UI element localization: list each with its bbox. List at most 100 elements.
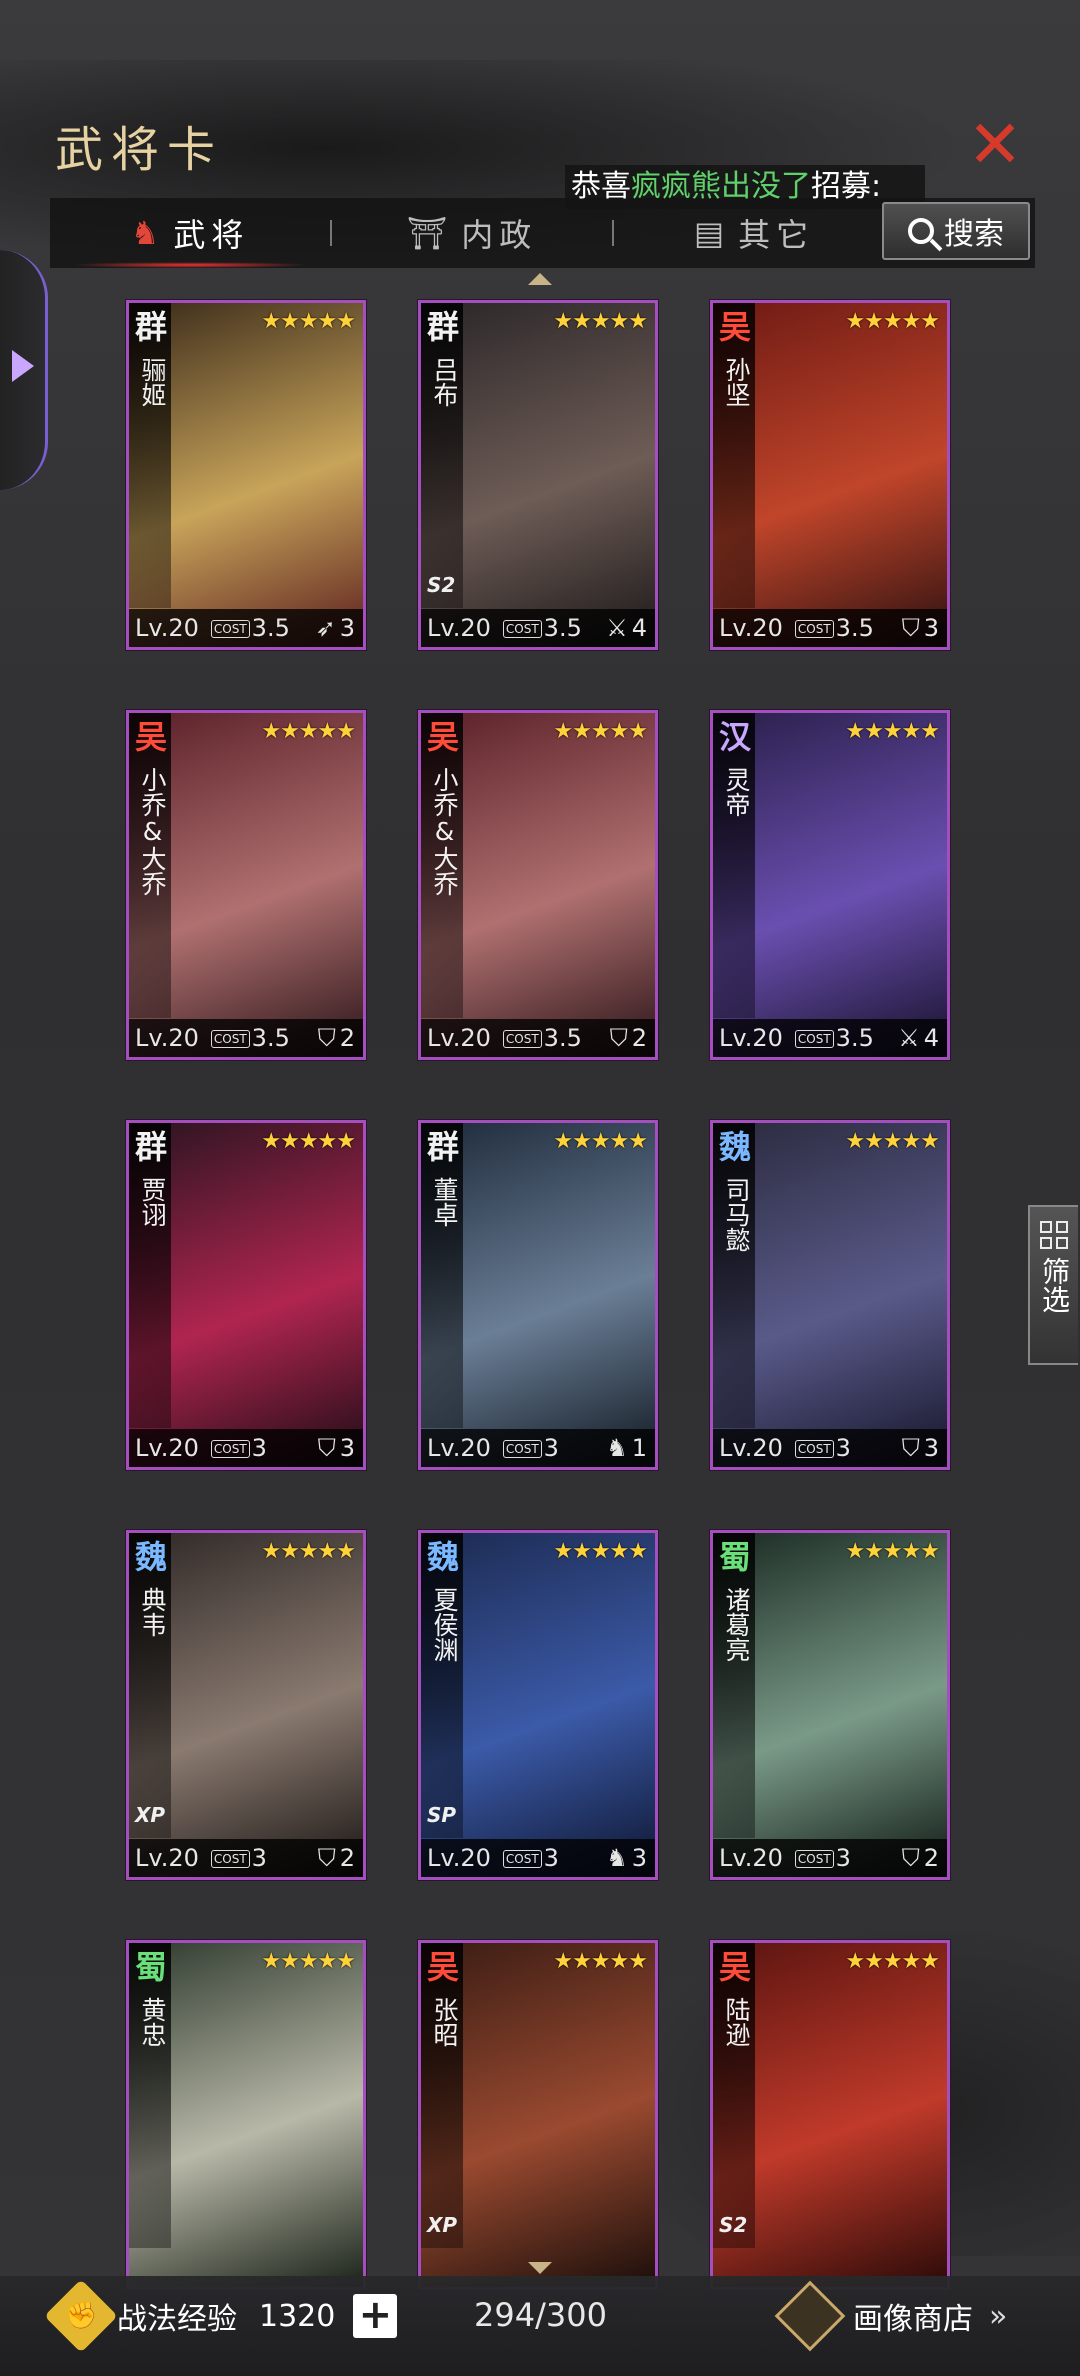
cost-value: 3.5 (251, 614, 290, 642)
general-card[interactable]: 魏司马懿 ★★★★★ Lv.20 COST 3 ⛉ 3 (710, 1120, 950, 1470)
cost-icon: COST (794, 1440, 834, 1458)
card-footer: Lv.20 COST 3 ⛉ 2 (713, 1839, 947, 1877)
general-name: 骊姬 (138, 357, 167, 407)
card-count-value: ⛉ 2 (610, 1024, 647, 1052)
faction-badge: 群 (134, 1128, 167, 1166)
general-name: 张昭 (430, 1997, 459, 2047)
card-footer: Lv.20 COST 3.5 ⛉ 2 (421, 1019, 655, 1057)
general-name: 小乔&大乔 (138, 767, 167, 896)
troop-type-icon: ⛉ (901, 1844, 920, 1872)
name-column (421, 303, 463, 608)
troop-type-icon: ⛉ (317, 1024, 336, 1052)
name-column (713, 713, 755, 1018)
exp-label: 战法经验 (117, 2302, 237, 2337)
card-footer: Lv.20 COST 3.5 ➶ 3 (129, 609, 363, 647)
star-rating: ★★★★★ (261, 1949, 356, 1974)
general-card[interactable]: 群吕布 ★★★★★ S2 Lv.20 COST 3.5 ⚔ 4 (418, 300, 658, 650)
cost-icon: COST (794, 620, 834, 638)
general-card[interactable]: 吴孙坚 ★★★★★ Lv.20 COST 3.5 ⛉ 3 (710, 300, 950, 650)
star-rating: ★★★★★ (553, 1539, 648, 1564)
name-column (713, 1943, 755, 2248)
card-count-value: ⛉ 3 (902, 614, 939, 642)
general-name: 典韦 (138, 1587, 167, 1637)
card-level: Lv.20 (427, 614, 491, 642)
star-rating: ★★★★★ (261, 1129, 356, 1154)
faction-badge: 蜀 (718, 1538, 751, 1576)
cost-value: 3 (251, 1844, 267, 1872)
name-column (421, 1533, 463, 1838)
card-level: Lv.20 (719, 1024, 783, 1052)
general-name: 吕布 (430, 357, 459, 407)
owned-count: 2 (339, 1024, 355, 1052)
general-card[interactable]: 魏夏侯渊 ★★★★★ SP Lv.20 COST 3 ♞ 3 (418, 1530, 658, 1880)
general-name: 诸葛亮 (722, 1587, 751, 1662)
general-name: 司马懿 (722, 1177, 751, 1252)
name-column (129, 1533, 171, 1838)
star-rating: ★★★★★ (845, 719, 940, 744)
general-card[interactable]: 群贾诩 ★★★★★ Lv.20 COST 3 ⛉ 3 (126, 1120, 366, 1470)
name-column (421, 1123, 463, 1428)
card-count-value: ⛉ 3 (902, 1434, 939, 1462)
name-column (129, 1943, 171, 2248)
general-card[interactable]: 群骊姬 ★★★★★ Lv.20 COST 3.5 ➶ 3 (126, 300, 366, 650)
card-level: Lv.20 (719, 1434, 783, 1462)
faction-badge: 蜀 (134, 1948, 167, 1986)
faction-badge: 吴 (134, 718, 167, 756)
card-level: Lv.20 (427, 1434, 491, 1462)
cost-display: COST 3.5 (502, 614, 582, 642)
troop-type-icon: ⛉ (317, 1844, 336, 1872)
general-card[interactable]: 魏典韦 ★★★★★ XP Lv.20 COST 3 ⛉ 2 (126, 1530, 366, 1880)
general-card[interactable]: 吴小乔&大乔 ★★★★★ Lv.20 COST 3.5 ⛉ 2 (418, 710, 658, 1060)
owned-count: 2 (631, 1024, 647, 1052)
card-level: Lv.20 (719, 1844, 783, 1872)
faction-badge: 魏 (718, 1128, 751, 1166)
owned-count: 3 (923, 614, 939, 642)
filter-button[interactable]: 筛选 (1028, 1205, 1078, 1365)
cost-icon: COST (794, 1850, 834, 1868)
general-card[interactable]: 群董卓 ★★★★★ Lv.20 COST 3 ♞ 1 (418, 1120, 658, 1470)
cost-value: 3.5 (543, 614, 582, 642)
cost-icon: COST (794, 1030, 834, 1048)
star-rating: ★★★★★ (845, 1129, 940, 1154)
faction-badge: 群 (134, 308, 167, 346)
portrait-shop-button[interactable]: 画像商店 » (774, 2280, 1007, 2352)
add-exp-button[interactable]: + (353, 2294, 398, 2338)
troop-type-icon: ⛉ (901, 1434, 920, 1462)
faction-badge: 群 (426, 1128, 459, 1166)
owned-count: 2 (339, 1844, 355, 1872)
cost-display: COST 3 (502, 1434, 559, 1462)
name-column (713, 303, 755, 608)
card-count-value: ⛉ 3 (318, 1434, 355, 1462)
filter-label: 筛选 (1038, 1257, 1071, 1313)
name-column (713, 1123, 755, 1428)
general-card[interactable]: 吴小乔&大乔 ★★★★★ Lv.20 COST 3.5 ⛉ 2 (126, 710, 366, 1060)
general-name: 小乔&大乔 (430, 767, 459, 896)
card-count-value: ⚔ 4 (606, 614, 647, 642)
card-level: Lv.20 (135, 1434, 199, 1462)
general-card[interactable]: 汉灵帝 ★★★★★ Lv.20 COST 3.5 ⚔ 4 (710, 710, 950, 1060)
faction-badge: 吴 (426, 718, 459, 756)
card-count-value: ⛉ 2 (318, 1024, 355, 1052)
general-card-grid: 群骊姬 ★★★★★ Lv.20 COST 3.5 ➶ 3 群吕布 ★★★★★ S2 Lv.20 COS… (0, 0, 1080, 2376)
name-column (129, 303, 171, 608)
general-card[interactable]: 蜀诸葛亮 ★★★★★ Lv.20 COST 3 ⛉ 2 (710, 1530, 950, 1880)
general-name: 孙坚 (722, 357, 751, 407)
general-name: 灵帝 (722, 767, 751, 817)
general-card[interactable]: 蜀黄忠★★★★★Lv.20COST (126, 1940, 366, 2290)
variant-mark: S2 (719, 2213, 748, 2237)
card-footer: Lv.20 COST 3 ♞ 1 (421, 1429, 655, 1467)
general-card[interactable]: 吴陆逊★★★★★S2Lv.20COST (710, 1940, 950, 2290)
variant-mark: S2 (427, 573, 456, 597)
cost-icon: COST (210, 1440, 250, 1458)
faction-badge: 魏 (426, 1538, 459, 1576)
fist-icon: ✊ (44, 2279, 118, 2353)
troop-type-icon: ⚔ (606, 614, 628, 642)
tactic-exp-panel: ✊ 战法经验 1320 + (44, 2279, 398, 2353)
general-card[interactable]: 吴张昭★★★★★XPLv.20COST (418, 1940, 658, 2290)
troop-type-icon: ⛉ (317, 1434, 336, 1462)
owned-count: 3 (339, 1434, 355, 1462)
star-rating: ★★★★★ (261, 719, 356, 744)
faction-badge: 吴 (718, 308, 751, 346)
cost-display: COST 3.5 (794, 1024, 874, 1052)
cost-value: 3.5 (543, 1024, 582, 1052)
